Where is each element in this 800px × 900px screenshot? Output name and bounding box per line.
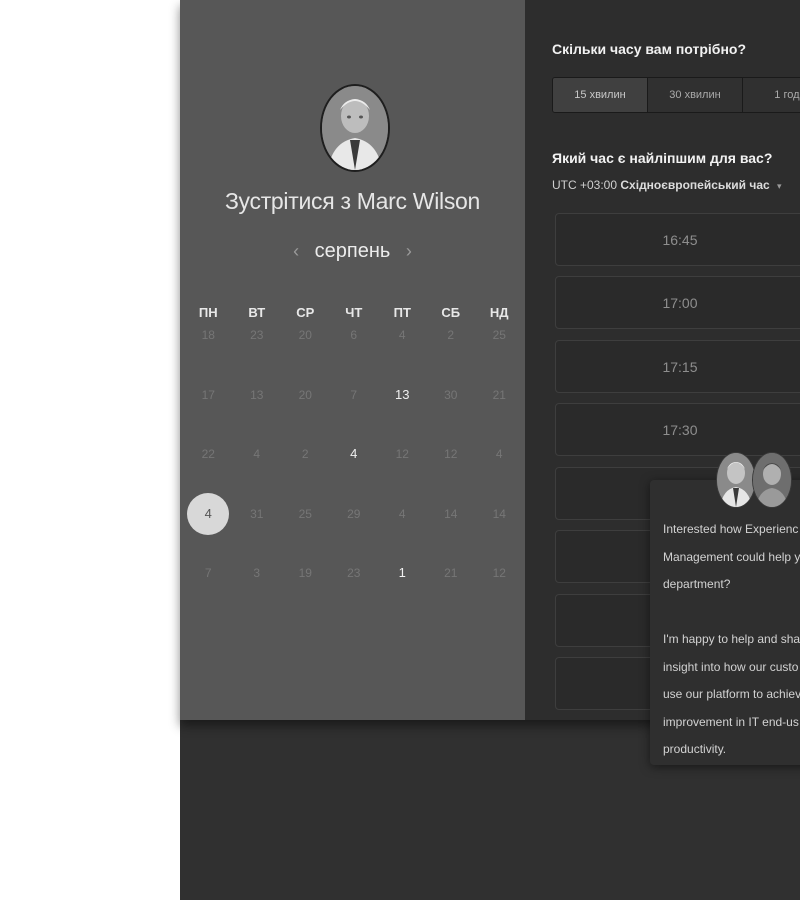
chat-agent-avatars	[716, 452, 796, 508]
weekday-header: ВТ	[248, 305, 266, 320]
time-slot[interactable]: 17:15	[555, 340, 800, 393]
calendar-day: 21	[492, 387, 506, 402]
agent-avatar	[752, 452, 792, 508]
calendar-day: 12	[492, 566, 506, 580]
month-navigation: ‹ серпень ›	[180, 240, 525, 263]
meeting-title: Зустрітися з Marc Wilson	[224, 188, 481, 214]
calendar-day-available[interactable]: 4	[330, 444, 379, 504]
calendar-day: 23	[250, 328, 264, 342]
duration-selector: 15 хвилин 30 хвилин 1 годи	[552, 77, 800, 113]
month-label: серпень	[314, 240, 391, 262]
calendar-day: 2	[301, 447, 309, 461]
calendar-day: 12	[444, 447, 458, 461]
next-month-icon[interactable]: ›	[406, 241, 412, 262]
calendar-day: 14	[492, 506, 506, 521]
chevron-down-icon: ▾	[777, 181, 782, 191]
calendar-day-available[interactable]: 13	[378, 385, 427, 445]
calendar-day: 12	[395, 447, 409, 461]
calendar-day: 20	[298, 328, 312, 342]
calendar-day: 31	[250, 506, 264, 521]
calendar-day: 6	[350, 328, 358, 342]
time-slot[interactable]: 17:30	[555, 403, 800, 456]
duration-heading: Скільки часу вам потрібно?	[552, 41, 747, 57]
calendar-day: 25	[298, 506, 312, 521]
weekday-header: СР	[296, 305, 315, 320]
duration-option-30[interactable]: 30 хвилин	[648, 78, 743, 112]
calendar-day-available[interactable]: 1	[378, 563, 427, 623]
calendar-day: 4	[398, 328, 406, 342]
calendar-day: 21	[444, 566, 458, 580]
calendar-day: 7	[350, 387, 358, 402]
calendar-day: 4	[398, 506, 406, 521]
calendar-day: 20	[298, 387, 312, 402]
calendar-day: 13	[250, 387, 264, 402]
calendar-day: 30	[444, 387, 458, 402]
weekday-header: ЧТ	[345, 305, 363, 320]
timezone-selector[interactable]: UTC +03:00 Східноєвропейський час ▾	[552, 178, 782, 192]
chat-message-line: I'm happy to help and sha insight into h…	[663, 632, 800, 756]
timezone-offset: UTC +03:00	[552, 178, 618, 192]
time-slot[interactable]: 17:00	[555, 276, 800, 329]
calendar-day: 4	[253, 447, 261, 461]
calendar-day: 18	[201, 328, 215, 342]
weekday-header: ПТ	[393, 305, 411, 320]
calendar-day: 3	[253, 566, 261, 580]
calendar-day: 14	[444, 506, 458, 521]
weekday-header: СБ	[441, 305, 461, 320]
time-heading: Який час є найліпшим для вас?	[552, 150, 773, 166]
agent-avatar	[716, 452, 756, 508]
calendar-day: 17	[201, 387, 215, 402]
calendar-day: 2	[447, 328, 455, 342]
calendar-grid: ПН ВТ СР ЧТ ПТ СБ НД 18 23 20 6 4 2 25 1…	[184, 300, 524, 623]
prev-month-icon[interactable]: ‹	[293, 241, 299, 262]
calendar-day: 7	[204, 566, 212, 580]
weekday-header: НД	[489, 305, 509, 320]
chat-message-line: Interested how Experienc Management coul…	[663, 522, 800, 591]
chat-message: Interested how Experienc Management coul…	[663, 516, 800, 764]
calendar-day: 4	[495, 447, 503, 461]
calendar-day: 29	[347, 506, 361, 521]
time-slot[interactable]: 16:45	[555, 213, 800, 266]
calendar-day: 25	[492, 328, 506, 342]
weekday-header: ПН	[198, 305, 218, 320]
host-avatar	[320, 84, 390, 172]
host-calendar-panel: Зустрітися з Marc Wilson ‹ серпень › ПН …	[180, 0, 525, 720]
selected-day-label: 4	[187, 492, 230, 535]
duration-option-60[interactable]: 1 годи	[743, 78, 800, 112]
calendar-day-selected[interactable]: 4	[184, 492, 233, 564]
timezone-name: Східноєвропейський час	[620, 178, 770, 192]
calendar-day: 19	[298, 566, 312, 580]
calendar-day: 23	[347, 566, 361, 580]
duration-option-15[interactable]: 15 хвилин	[553, 78, 648, 112]
